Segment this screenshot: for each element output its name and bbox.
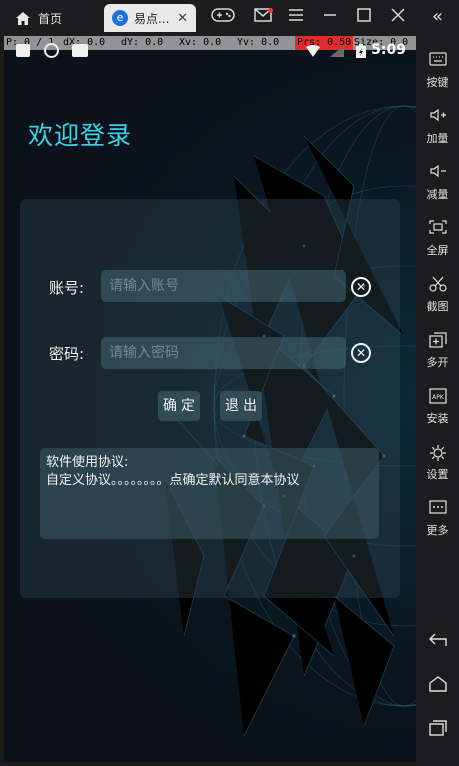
emulator-sidebar: « 按键 加量 减量 全屏 截图 多开 APK 安装 设置 更多 bbox=[416, 0, 459, 766]
svg-text:APK: APK bbox=[432, 394, 445, 401]
close-icon[interactable] bbox=[388, 8, 408, 28]
sidebar-item-label: 全屏 bbox=[426, 244, 449, 257]
sidebar-item-keys[interactable]: 按键 bbox=[416, 52, 459, 90]
sidebar-item-label: 安装 bbox=[426, 412, 449, 425]
status-time: 5:09 bbox=[371, 42, 406, 58]
sidebar-item-label: 按键 bbox=[426, 76, 449, 89]
back-icon[interactable] bbox=[416, 632, 459, 651]
sidebar-item-install[interactable]: APK 安装 bbox=[416, 388, 459, 426]
emulator-top-bar: 首页 e 易点... ✕ bbox=[0, 0, 459, 36]
sidebar-item-label: 多开 bbox=[426, 356, 449, 369]
sidebar-item-fullscreen[interactable]: 全屏 bbox=[416, 220, 459, 258]
confirm-button[interactable]: 确定 bbox=[158, 391, 200, 421]
home-icon bbox=[16, 11, 30, 25]
folder-icon bbox=[72, 44, 88, 57]
clear-account-icon[interactable]: ✕ bbox=[351, 277, 371, 297]
notification-icon bbox=[16, 44, 30, 57]
signal-icon bbox=[330, 45, 344, 57]
collapse-sidebar-icon[interactable]: « bbox=[416, 6, 459, 27]
mail-icon[interactable] bbox=[253, 8, 273, 28]
minimize-icon[interactable] bbox=[320, 8, 340, 28]
more-icon bbox=[416, 500, 459, 520]
agreement-box: 软件使用协议: 自定义协议。。。。。。。。点确定默认同意本协议 bbox=[40, 448, 379, 539]
sidebar-item-label: 加量 bbox=[426, 132, 449, 145]
wifi-icon bbox=[306, 45, 320, 57]
gear-icon bbox=[416, 444, 459, 464]
tab-app[interactable]: e 易点... ✕ bbox=[104, 4, 196, 32]
apk-icon: APK bbox=[416, 388, 459, 408]
maximize-icon[interactable] bbox=[354, 8, 374, 28]
password-input[interactable] bbox=[101, 337, 346, 369]
sidebar-item-label: 减量 bbox=[426, 188, 449, 201]
app-icon: e bbox=[112, 10, 128, 26]
battery-icon bbox=[356, 44, 366, 58]
notification-dot bbox=[268, 8, 273, 13]
volume-up-icon bbox=[416, 108, 459, 128]
clear-password-icon[interactable]: ✕ bbox=[351, 343, 371, 363]
keyboard-icon bbox=[416, 52, 459, 72]
sync-icon bbox=[44, 43, 59, 58]
volume-down-icon bbox=[416, 164, 459, 184]
tab-close-icon[interactable]: ✕ bbox=[177, 11, 188, 26]
sidebar-item-settings[interactable]: 设置 bbox=[416, 444, 459, 482]
sidebar-item-volume-up[interactable]: 加量 bbox=[416, 108, 459, 146]
agreement-title: 软件使用协议: bbox=[46, 455, 129, 470]
fullscreen-icon bbox=[416, 220, 459, 240]
sidebar-item-volume-down[interactable]: 减量 bbox=[416, 164, 459, 202]
sidebar-item-label: 设置 bbox=[426, 468, 449, 481]
sidebar-item-screenshot[interactable]: 截图 bbox=[416, 276, 459, 314]
menu-icon[interactable] bbox=[286, 8, 306, 28]
sidebar-item-more[interactable]: 更多 bbox=[416, 500, 459, 538]
gamepad-icon[interactable] bbox=[210, 8, 236, 28]
recents-icon[interactable] bbox=[416, 720, 459, 740]
account-input[interactable] bbox=[101, 270, 346, 302]
agreement-text: 自定义协议。。。。。。。。点确定默认同意本协议 bbox=[46, 473, 300, 488]
status-bar: 5:09 bbox=[4, 40, 416, 60]
account-label: 账号: bbox=[49, 279, 85, 297]
home-nav-icon[interactable] bbox=[416, 676, 459, 696]
page-title: 欢迎登录 bbox=[28, 121, 133, 150]
password-label: 密码: bbox=[49, 345, 85, 363]
exit-button[interactable]: 退出 bbox=[220, 391, 262, 421]
sidebar-item-multi-open[interactable]: 多开 bbox=[416, 332, 459, 370]
multi-open-icon bbox=[416, 332, 459, 352]
sidebar-item-label: 更多 bbox=[426, 524, 449, 537]
scissors-icon bbox=[416, 276, 459, 296]
tab-home[interactable]: 首页 bbox=[16, 6, 62, 30]
tab-app-label: 易点... bbox=[134, 11, 170, 26]
sidebar-item-label: 截图 bbox=[426, 300, 449, 313]
tab-home-label: 首页 bbox=[38, 11, 63, 26]
